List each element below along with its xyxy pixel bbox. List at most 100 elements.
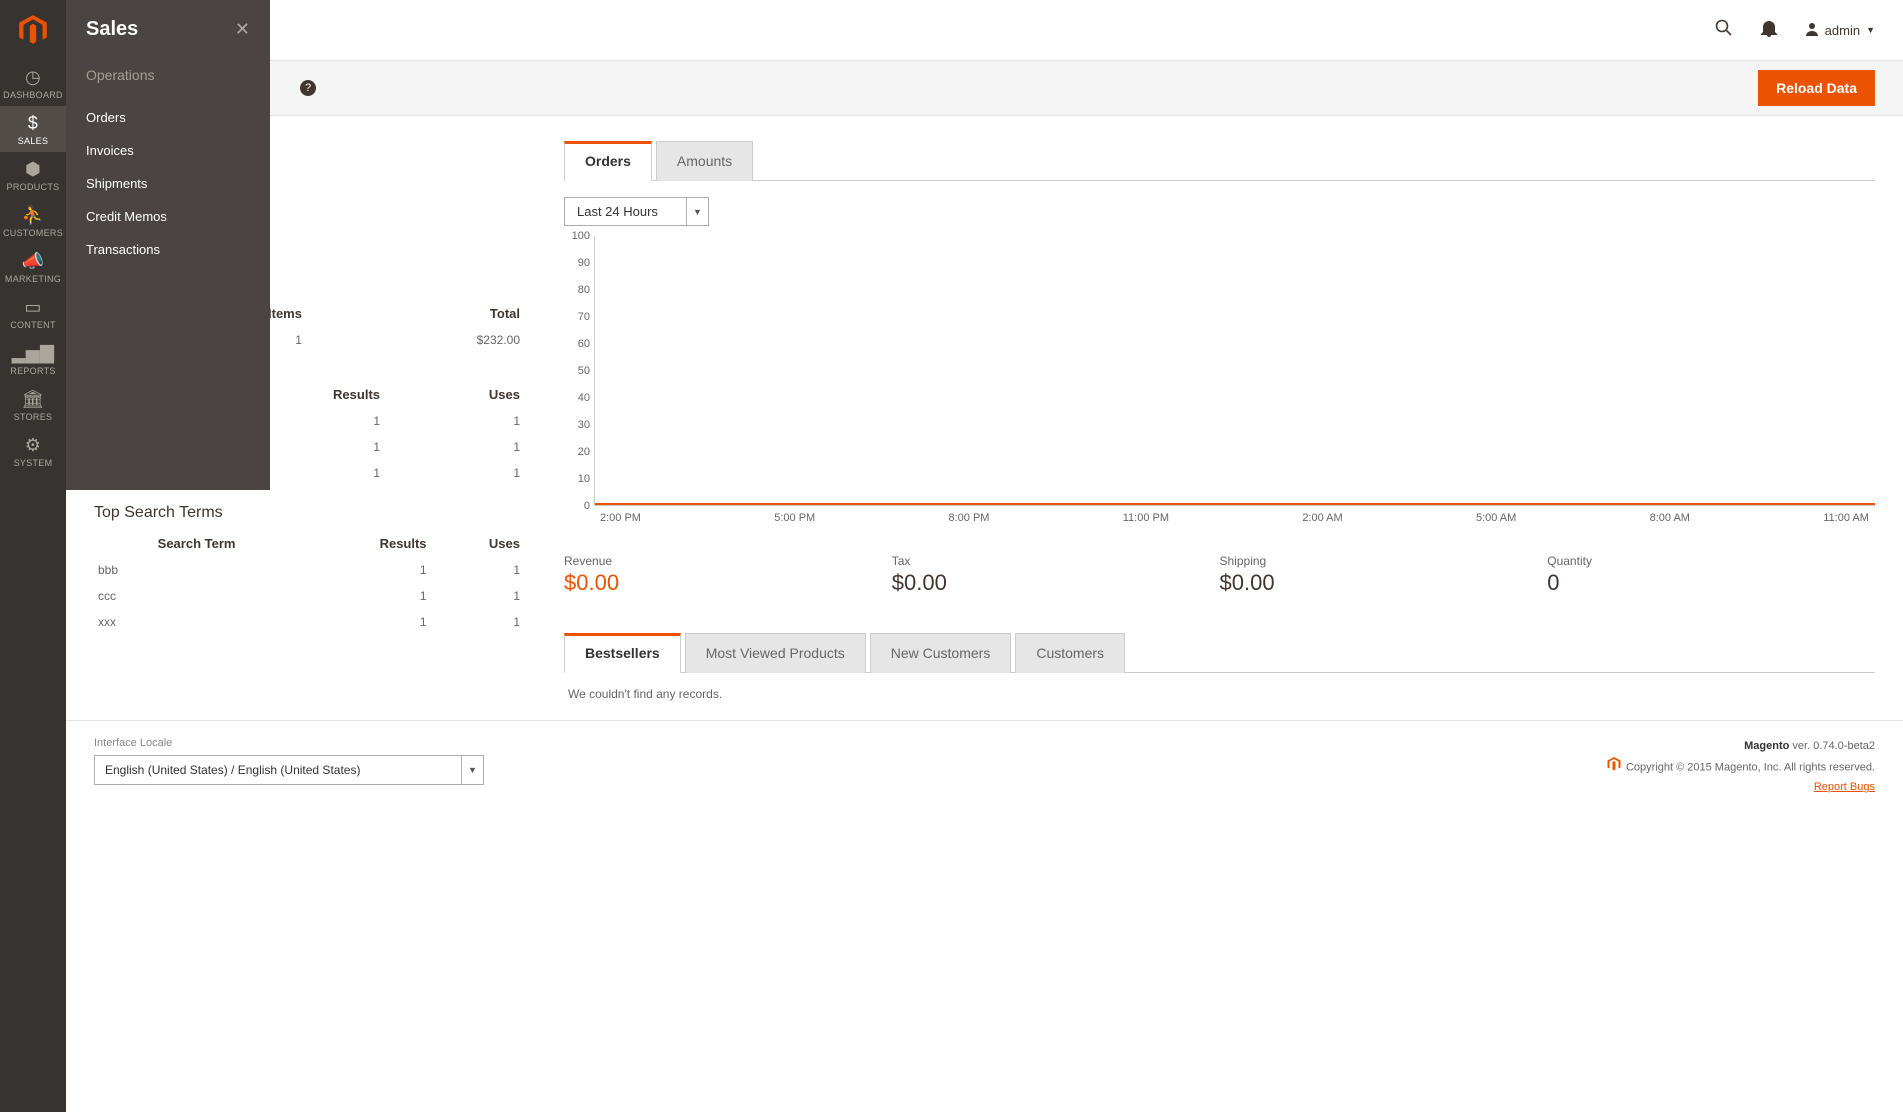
page-icon: ▭ [24,297,41,318]
metric-value: $0.00 [892,570,1220,596]
flyout-link-invoices[interactable]: Invoices [86,134,250,167]
storefront-icon: 🏛 [21,389,44,410]
bottom-tabs: Bestsellers Most Viewed Products New Cus… [564,632,1875,673]
metric-label: Tax [892,554,1220,568]
flyout-link-transactions[interactable]: Transactions [86,233,250,266]
version-prefix: Magento [1744,740,1789,752]
empty-message: We couldn't find any records. [564,673,1875,715]
y-tick: 60 [578,338,590,350]
gear-icon: ⚙ [25,435,41,456]
y-tick: 100 [572,230,590,242]
locale-label: Interface Locale [94,737,484,749]
metric-revenue: Revenue $0.00 [564,554,892,596]
nav-label: CONTENT [10,320,56,330]
table-row: xxx11 [94,609,524,635]
tab-orders[interactable]: Orders [564,141,652,181]
nav-reports[interactable]: ▂▅▇ REPORTS [0,336,66,382]
dollar-icon: $ [28,113,38,134]
metric-value: 0 [1547,570,1875,596]
locale-value: English (United States) / English (Unite… [95,756,461,784]
x-tick: 5:00 PM [774,512,815,524]
nav-label: DASHBOARD [3,90,63,100]
y-tick: 90 [578,257,590,269]
nav-label: SALES [18,136,49,146]
tab-most-viewed[interactable]: Most Viewed Products [685,633,866,673]
y-tick: 40 [578,392,590,404]
tab-bestsellers[interactable]: Bestsellers [564,633,681,673]
nav-dashboard[interactable]: ◷ DASHBOARD [0,60,66,106]
metric-tax: Tax $0.00 [892,554,1220,596]
x-tick: 2:00 PM [600,512,641,524]
metric-label: Shipping [1220,554,1548,568]
range-selected: Last 24 Hours [565,198,686,225]
nav-label: REPORTS [10,366,55,376]
nav-label: MARKETING [5,274,61,284]
nav-customers[interactable]: ⛹CUSTOMERS [0,198,66,244]
page-heading: ? Reload Data [66,60,1903,116]
flyout-section-title: Operations [86,67,250,83]
magento-logo-small [1606,756,1622,779]
nav-label: CUSTOMERS [3,228,63,238]
search-icon[interactable] [1715,19,1733,42]
nav-marketing[interactable]: 📣 MARKETING [0,244,66,290]
range-select[interactable]: Last 24 Hours ▼ [564,197,709,226]
metric-shipping: Shipping $0.00 [1220,554,1548,596]
metric-label: Quantity [1547,554,1875,568]
x-tick: 5:00 AM [1476,512,1516,524]
x-tick: 11:00 AM [1823,512,1869,524]
gauge-icon: ◷ [25,67,41,88]
account-menu[interactable]: admin ▼ [1805,22,1875,39]
top-search-table: Search TermResultsUses bbb11 ccc11 xxx11 [94,530,524,635]
tab-amounts[interactable]: Amounts [656,141,753,181]
nav-stores[interactable]: 🏛 STORES [0,382,66,428]
nav-label: SYSTEM [14,458,53,468]
caret-down-icon: ▼ [686,198,708,225]
x-tick: 11:00 PM [1123,512,1169,524]
th-search-term: Search Term [94,530,299,557]
nav-content[interactable]: ▭ CONTENT [0,290,66,336]
copyright: Copyright © 2015 Magento, Inc. All right… [1626,761,1875,773]
x-tick: 8:00 PM [949,512,990,524]
version-text: ver. 0.74.0-beta2 [1789,740,1875,752]
flyout-link-credit-memos[interactable]: Credit Memos [86,200,250,233]
nav-products[interactable]: ⬢PRODUCTS [0,152,66,198]
metric-value: $0.00 [564,570,892,596]
th-total: Total [306,300,524,327]
chart-tabs: Orders Amounts [564,140,1875,181]
user-icon [1805,22,1819,39]
orders-chart: 0102030405060708090100 2:00 PM5:00 PM8:0… [564,236,1875,536]
x-tick: 2:00 AM [1302,512,1342,524]
locale-select[interactable]: English (United States) / English (Unite… [94,755,484,785]
nav-label: STORES [14,412,53,422]
report-bugs-link[interactable]: Report Bugs [1814,781,1875,793]
th-uses: Uses [384,381,524,408]
tab-customers[interactable]: Customers [1015,633,1125,673]
y-tick: 0 [584,500,590,512]
nav-system[interactable]: ⚙ SYSTEM [0,428,66,474]
bell-icon[interactable] [1761,19,1777,42]
megaphone-icon: 📣 [22,251,45,272]
caret-down-icon: ▼ [1866,25,1875,35]
top-search-title: Top Search Terms [94,504,524,522]
metric-quantity: Quantity 0 [1547,554,1875,596]
close-icon[interactable]: ✕ [235,19,250,40]
y-tick: 30 [578,419,590,431]
nav-sales[interactable]: $ SALES [0,106,66,152]
y-tick: 20 [578,446,590,458]
th-uses: Uses [431,530,524,557]
help-icon[interactable]: ? [300,80,316,96]
sales-flyout: Sales ✕ Operations Orders Invoices Shipm… [66,0,270,490]
nav-label: PRODUCTS [7,182,60,192]
tab-new-customers[interactable]: New Customers [870,633,1012,673]
barchart-icon: ▂▅▇ [12,343,54,364]
magento-logo[interactable] [0,0,66,60]
x-tick: 8:00 AM [1650,512,1690,524]
table-row: bbb11 [94,557,524,583]
caret-down-icon: ▼ [461,756,483,784]
flyout-title: Sales [86,18,138,41]
y-tick: 80 [578,284,590,296]
flyout-link-orders[interactable]: Orders [86,101,250,134]
metric-value: $0.00 [1220,570,1548,596]
flyout-link-shipments[interactable]: Shipments [86,167,250,200]
reload-data-button[interactable]: Reload Data [1758,70,1875,106]
